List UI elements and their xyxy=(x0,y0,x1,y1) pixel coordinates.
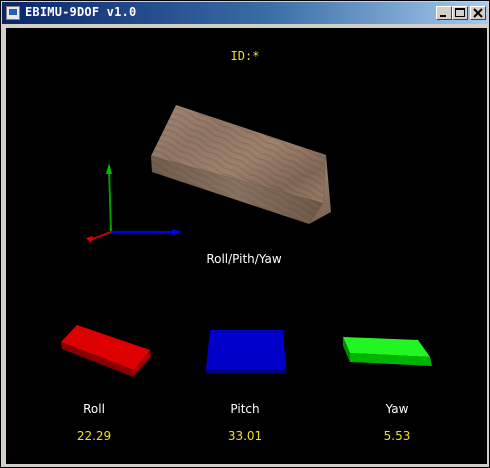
app-icon[interactable] xyxy=(6,6,20,20)
close-icon xyxy=(473,8,483,18)
render-viewport[interactable]: ID:* Roll/Pith/Yaw Roll Pitch Yaw 22.29 … xyxy=(6,28,487,464)
y-axis-line xyxy=(108,167,112,233)
roll-value: 22.29 xyxy=(76,429,112,443)
x-axis-arrow xyxy=(172,229,182,235)
roll-indicator xyxy=(61,325,151,377)
title-bar[interactable]: EBIMU-9DOF v1.0 xyxy=(2,2,488,24)
device-id-label: ID:* xyxy=(230,49,260,63)
close-button[interactable] xyxy=(470,6,486,20)
window-title: EBIMU-9DOF v1.0 xyxy=(25,5,137,19)
maximize-icon xyxy=(455,8,465,17)
z-axis-line xyxy=(89,231,112,241)
yaw-indicator xyxy=(343,337,432,366)
pitch-name: Pitch xyxy=(230,402,260,416)
orientation-cube xyxy=(151,105,331,224)
yaw-value: 5.53 xyxy=(383,429,411,443)
app-window: EBIMU-9DOF v1.0 ID:* Roll/Pith/Yaw Roll … xyxy=(0,0,490,468)
yaw-name: Yaw xyxy=(385,402,409,416)
minimize-icon xyxy=(440,15,446,17)
orientation-label: Roll/Pith/Yaw xyxy=(206,252,282,266)
pitch-indicator xyxy=(206,330,286,373)
y-axis-arrow xyxy=(106,163,112,174)
z-axis-arrow xyxy=(86,236,93,243)
roll-name: Roll xyxy=(83,402,105,416)
scene-canvas xyxy=(61,105,432,377)
maximize-button[interactable] xyxy=(452,6,468,20)
pitch-value: 33.01 xyxy=(227,429,263,443)
minimize-button[interactable] xyxy=(436,6,452,20)
